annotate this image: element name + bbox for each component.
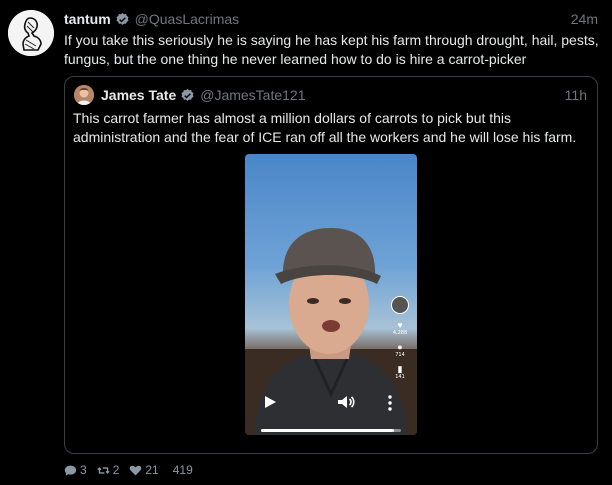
like-count: 21 — [145, 463, 159, 477]
verified-badge-icon — [116, 12, 129, 25]
post-header: tantum @QuasLacrimas 24m — [64, 9, 598, 29]
quoted-timestamp[interactable]: 11h — [565, 87, 587, 103]
video-progress-fill — [261, 429, 394, 432]
quoted-author-name[interactable]: James Tate — [101, 87, 176, 103]
volume-icon[interactable] — [337, 395, 355, 409]
face-photo-icon — [74, 85, 94, 105]
comment-count: 714 — [395, 352, 405, 358]
video-player[interactable]: ♥ 4,288 ● 714 ▮ 141 — [245, 154, 417, 435]
post-actions: 3 2 21 419 — [64, 462, 193, 478]
author-handle[interactable]: @QuasLacrimas — [135, 11, 239, 27]
view-count[interactable]: 419 — [173, 463, 193, 477]
verified-badge-icon — [181, 88, 194, 101]
repost-icon — [97, 466, 110, 474]
quoted-post[interactable]: James Tate @JamesTate121 11h This carrot… — [64, 76, 598, 454]
like-count: 4,288 — [392, 330, 408, 336]
author-name[interactable]: tantum — [64, 11, 111, 27]
video-frame-image — [245, 228, 417, 435]
bookmark-count: 141 — [395, 374, 405, 380]
bookmark-icon: ▮ — [397, 364, 403, 374]
post-timestamp[interactable]: 24m — [571, 11, 598, 27]
bust-sketch-icon — [8, 10, 54, 56]
reply-count: 3 — [80, 463, 87, 477]
comment-icon: ● — [397, 342, 403, 352]
quoted-author-avatar[interactable] — [74, 85, 94, 105]
reply-icon — [64, 465, 77, 476]
post: tantum @QuasLacrimas 24m If you take thi… — [0, 0, 612, 485]
repost-count: 2 — [112, 463, 120, 477]
heart-icon — [130, 465, 142, 475]
more-options-icon[interactable] — [387, 395, 393, 411]
repost-button[interactable]: 2 — [97, 463, 120, 477]
reply-button[interactable]: 3 — [64, 463, 87, 477]
like-button[interactable]: 21 — [129, 463, 159, 477]
quoted-post-text: This carrot farmer has almost a million … — [73, 110, 577, 145]
quoted-author-handle[interactable]: @JamesTate121 — [200, 87, 305, 103]
video-progress-bar[interactable] — [261, 429, 401, 432]
post-text: If you take this seriously he is saying … — [64, 32, 599, 67]
author-avatar[interactable] — [8, 10, 54, 56]
creator-avatar — [391, 296, 409, 314]
heart-icon: ♥ — [397, 320, 403, 330]
play-icon[interactable] — [263, 395, 277, 409]
quoted-post-header: James Tate @JamesTate121 11h — [101, 85, 587, 105]
video-side-rail: ♥ 4,288 ● 714 ▮ 141 — [389, 296, 411, 380]
